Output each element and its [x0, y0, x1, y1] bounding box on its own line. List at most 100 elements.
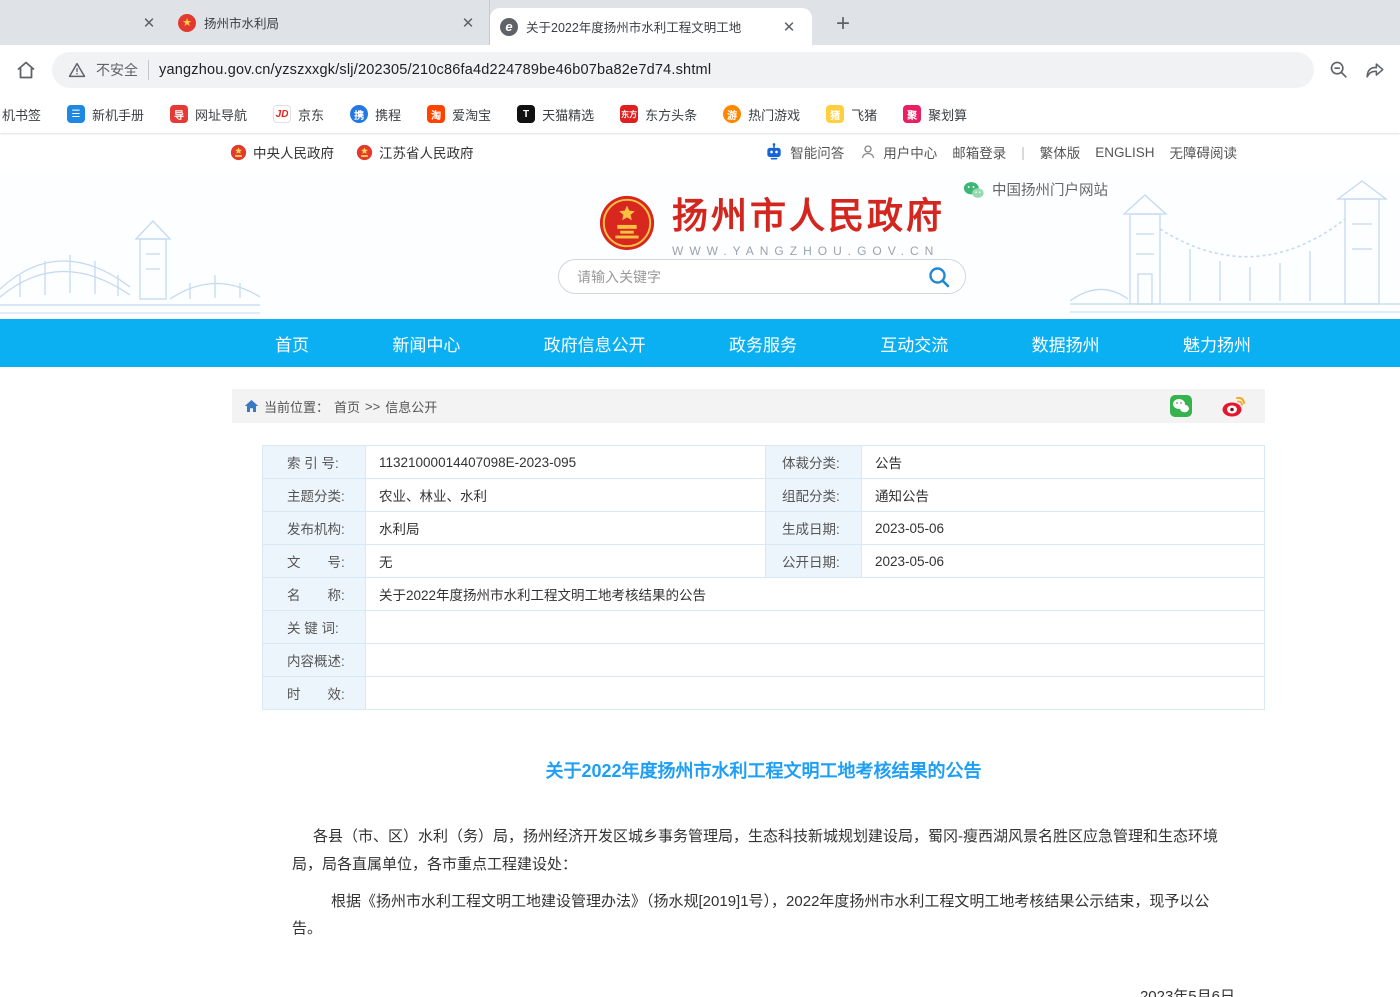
meta-value-public-date: 2023-05-06: [862, 545, 1264, 577]
meta-label-keywords: 关 键 词:: [263, 611, 366, 643]
tab-yangzhou-water-bureau[interactable]: ★ 扬州市水利局 ✕: [170, 0, 490, 45]
traditional-chinese-link[interactable]: 繁体版: [1040, 142, 1081, 162]
nav-gov-services[interactable]: 政务服务: [729, 331, 797, 356]
portal-label[interactable]: 中国扬州门户网站: [963, 179, 1108, 200]
nav-interaction[interactable]: 互动交流: [880, 331, 948, 356]
nav-data-yangzhou[interactable]: 数据扬州: [1032, 331, 1100, 356]
table-row: 主题分类: 农业、林业、水利 组配分类: 通知公告: [263, 479, 1264, 512]
main-navigation: 首页 新闻中心 政府信息公开 政务服务 互动交流 数据扬州 魅力扬州: [0, 319, 1400, 367]
meta-label-group: 组配分类:: [765, 479, 862, 511]
smart-qa-link[interactable]: 智能问答: [764, 142, 844, 162]
eastday-icon: 东方: [620, 105, 638, 123]
national-emblem: [598, 194, 656, 252]
bookmark-tmall[interactable]: T 天猫精选: [517, 105, 594, 124]
bookmark-eastday[interactable]: 东方 东方头条: [620, 105, 697, 124]
jd-icon: JD: [273, 105, 291, 123]
table-row: 关 键 词:: [263, 611, 1264, 644]
bookmark-ctrip[interactable]: 携 携程: [350, 105, 401, 124]
meta-label-created-date: 生成日期:: [765, 512, 862, 544]
nav-gov-info-disclosure[interactable]: 政府信息公开: [544, 331, 646, 356]
tab-close-icon[interactable]: ✕: [776, 14, 802, 40]
table-row: 时 效:: [263, 677, 1264, 710]
nav-news-center[interactable]: 新闻中心: [392, 331, 460, 356]
wechat-share-icon[interactable]: [1169, 394, 1193, 418]
meta-value-created-date: 2023-05-06: [862, 512, 1264, 544]
tab-close-icon[interactable]: ✕: [136, 10, 162, 36]
browser-tab-strip: ✕ ★ 扬州市水利局 ✕ e 关于2022年度扬州市水利工程文明工地 ✕ +: [0, 0, 1400, 45]
breadcrumb-current[interactable]: 信息公开: [385, 397, 437, 416]
link-central-government[interactable]: 中央人民政府: [230, 142, 334, 162]
meta-label-public-date: 公开日期:: [765, 545, 862, 577]
bookmark-label: 机书签: [2, 105, 41, 124]
tmall-icon: T: [517, 105, 535, 123]
meta-label-title: 名 称:: [263, 578, 366, 610]
search-input[interactable]: [559, 269, 913, 285]
bookmark-fliggy[interactable]: 猪 飞猪: [826, 105, 877, 124]
bookmark-juhuasuan[interactable]: 聚 聚划算: [903, 105, 967, 124]
breadcrumb-separator: >>: [365, 399, 380, 414]
user-center-link[interactable]: 用户中心: [859, 142, 937, 162]
zoom-out-icon[interactable]: [1328, 59, 1350, 81]
site-url-label: WWW.YANGZHOU.GOV.CN: [672, 244, 945, 258]
bridge-sketch-left: [0, 179, 260, 319]
site-name: 扬州市人民政府: [672, 187, 945, 239]
utility-divider: |: [1021, 145, 1025, 160]
meta-label-summary: 内容概述:: [263, 644, 366, 676]
nav-charm-yangzhou[interactable]: 魅力扬州: [1183, 331, 1251, 356]
search-icon: [927, 265, 951, 289]
meta-value-validity: [366, 677, 1264, 709]
english-link[interactable]: ENGLISH: [1095, 145, 1154, 160]
taobao-icon: 淘: [427, 105, 445, 123]
share-icon[interactable]: [1364, 59, 1386, 81]
site-utility-bar: 中央人民政府 江苏省人民政府 智能问答 用户中心 邮箱登录 | 繁体版 ENGL…: [0, 133, 1400, 171]
bookmark-url-navigation[interactable]: 导 网址导航: [170, 105, 247, 124]
security-status-label[interactable]: 不安全: [96, 60, 138, 80]
table-row: 名 称: 关于2022年度扬州市水利工程文明工地考核结果的公告: [263, 578, 1264, 611]
juhuasuan-icon: 聚: [903, 105, 921, 123]
bookmark-new-phone-manual[interactable]: ☰ 新机手册: [67, 105, 144, 124]
accessibility-link[interactable]: 无障碍阅读: [1170, 142, 1238, 162]
fliggy-icon: 猪: [826, 105, 844, 123]
bookmark-label: 爱淘宝: [452, 105, 491, 124]
portal-label-text: 中国扬州门户网站: [992, 179, 1108, 200]
omnibox-divider: [148, 60, 149, 80]
bookmarks-bar: 机书签 ☰ 新机手册 导 网址导航 JD 京东 携 携程 淘 爱淘宝 T 天猫精…: [0, 95, 1400, 133]
meta-label-validity: 时 效:: [263, 677, 366, 709]
site-favicon: e: [500, 18, 518, 36]
bookmark-label: 飞猪: [851, 105, 877, 124]
meta-label-index-no: 索 引 号:: [263, 446, 366, 478]
breadcrumb-home-link[interactable]: 首页: [334, 397, 360, 416]
mail-login-link[interactable]: 邮箱登录: [952, 142, 1006, 162]
wechat-icon: [963, 181, 984, 199]
meta-label-issuer: 发布机构:: [263, 512, 366, 544]
article-paragraph: 各县（市、区）水利（务）局，扬州经济开发区城乡事务管理局，生态科技新城规划建设局…: [292, 823, 1235, 879]
site-brand[interactable]: 扬州市人民政府 WWW.YANGZHOU.GOV.CN: [598, 187, 945, 258]
meta-value-genre: 公告: [862, 446, 1264, 478]
nav-home[interactable]: 首页: [275, 331, 309, 356]
ctrip-icon: 携: [350, 105, 368, 123]
home-icon[interactable]: [14, 58, 38, 82]
home-icon: [244, 399, 259, 413]
link-jiangsu-government[interactable]: 江苏省人民政府: [356, 142, 474, 162]
bookmark-jd[interactable]: JD 京东: [273, 105, 324, 124]
warning-icon: [68, 61, 86, 79]
bookmark-hot-games[interactable]: 游 热门游戏: [723, 105, 800, 124]
url-text[interactable]: yangzhou.gov.cn/yzszxxgk/slj/202305/210c…: [159, 62, 711, 78]
new-tab-button[interactable]: +: [830, 11, 856, 37]
tab-close-icon[interactable]: ✕: [455, 10, 481, 36]
meta-value-doc-no: 无: [366, 545, 765, 577]
url-omnibox[interactable]: 不安全 yangzhou.gov.cn/yzszxxgk/slj/202305/…: [52, 52, 1314, 88]
robot-icon: [764, 142, 784, 162]
bookmark-aitaobao[interactable]: 淘 爱淘宝: [427, 105, 491, 124]
tab-active-announcement[interactable]: e 关于2022年度扬州市水利工程文明工地 ✕: [490, 8, 812, 45]
bookmark-phone-bookmarks[interactable]: 机书签: [2, 105, 41, 124]
manual-icon: ☰: [67, 105, 85, 123]
bookmark-label: 东方头条: [645, 105, 697, 124]
tab-title: 扬州市水利局: [204, 13, 447, 32]
search-button[interactable]: [913, 260, 965, 293]
weibo-share-icon[interactable]: [1221, 394, 1247, 418]
tab-cropped[interactable]: ✕: [0, 0, 170, 45]
article-paragraph: 根据《扬州市水利工程文明工地建设管理办法》（扬水规[2019]1号），2022年…: [292, 888, 1235, 944]
meta-value-group: 通知公告: [862, 479, 1264, 511]
table-row: 文 号: 无 公开日期: 2023-05-06: [263, 545, 1264, 578]
